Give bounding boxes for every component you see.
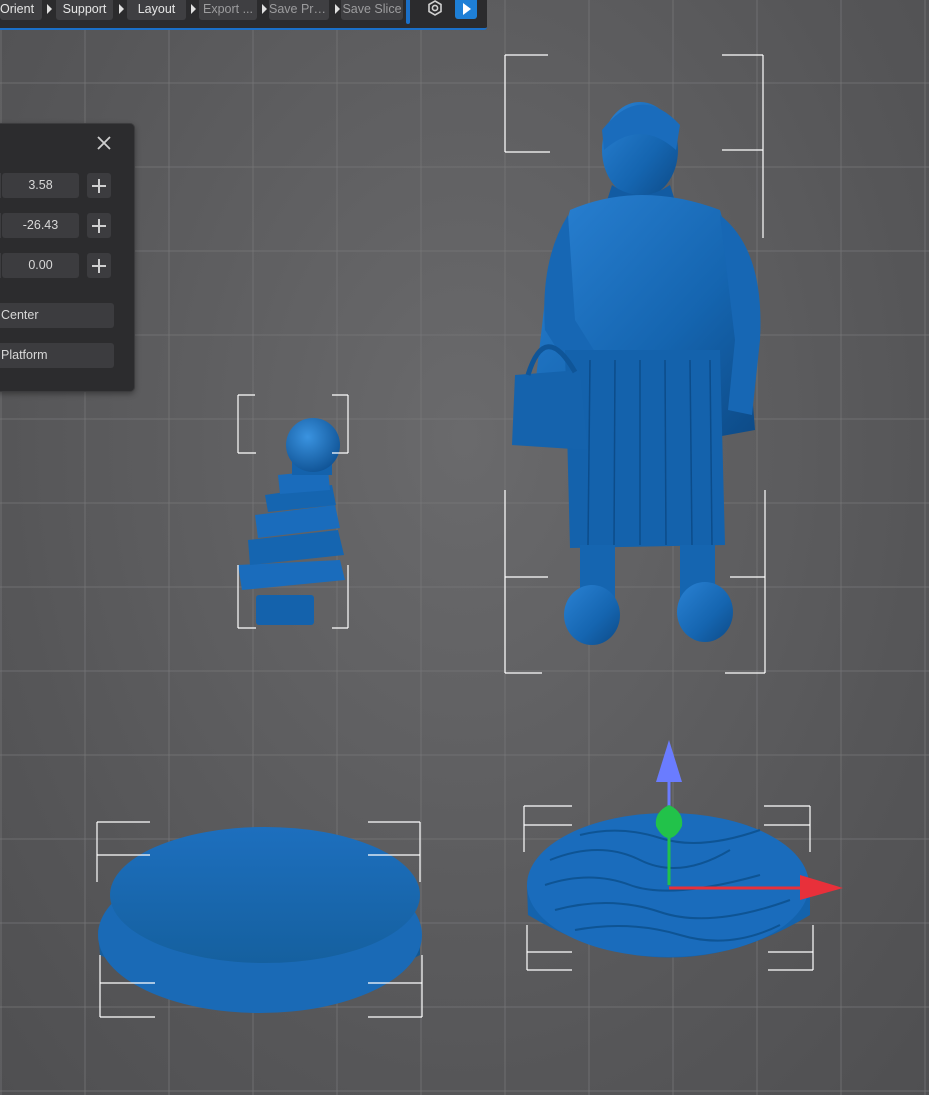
step-arrow-icon xyxy=(47,4,52,14)
y-axis-label xyxy=(0,213,1,238)
y-increment-button[interactable] xyxy=(87,213,111,238)
step-arrow-icon xyxy=(119,4,124,14)
x-arrow-icon[interactable] xyxy=(800,875,843,900)
z-position-field[interactable]: 0.00 xyxy=(2,253,79,278)
y-position-field[interactable]: -26.43 xyxy=(2,213,79,238)
workflow-toolbar: Orient Support Layout Export ... Save Pr… xyxy=(0,0,487,30)
step-arrow-icon xyxy=(262,4,267,14)
step-arrow-icon xyxy=(335,4,340,14)
slice-play-button[interactable] xyxy=(455,0,477,19)
step-export[interactable]: Export ... xyxy=(199,0,257,20)
active-step-indicator xyxy=(406,0,410,24)
scene[interactable] xyxy=(0,0,929,1095)
books-model[interactable] xyxy=(238,418,345,625)
drop-to-platform-button[interactable]: Platform xyxy=(0,343,114,368)
x-increment-button[interactable] xyxy=(87,173,111,198)
3d-viewport[interactable] xyxy=(0,0,929,1095)
z-increment-button[interactable] xyxy=(87,253,111,278)
step-save-project[interactable]: Save Pro... xyxy=(269,0,329,20)
figure-model[interactable] xyxy=(512,102,761,645)
step-orient[interactable]: Orient xyxy=(0,0,42,20)
step-arrow-icon xyxy=(191,4,196,14)
step-support[interactable]: Support xyxy=(56,0,113,20)
z-axis-label xyxy=(0,253,1,278)
play-icon xyxy=(463,3,471,15)
z-arrow-icon[interactable] xyxy=(656,740,682,782)
x-position-field[interactable]: 3.58 xyxy=(2,173,79,198)
step-save-slice[interactable]: Save Slice xyxy=(341,0,403,20)
center-button[interactable]: Center xyxy=(0,303,114,328)
x-axis-label xyxy=(0,173,1,198)
step-layout[interactable]: Layout xyxy=(127,0,186,20)
close-icon[interactable] xyxy=(95,134,113,152)
move-panel: 3.58 -26.43 0.00 Center Platform xyxy=(0,123,135,392)
settings-icon[interactable] xyxy=(425,0,445,18)
